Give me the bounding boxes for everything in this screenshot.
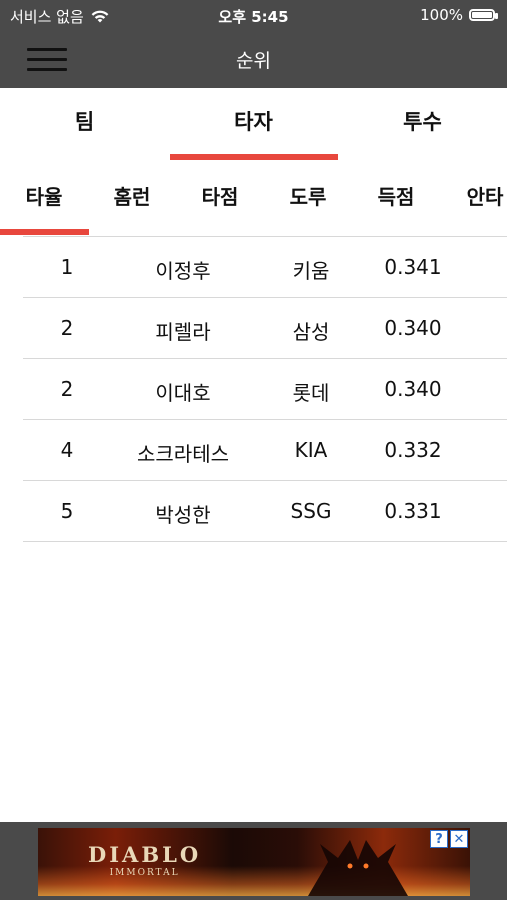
battery-icon	[469, 9, 498, 21]
team-cell: 키움	[292, 259, 330, 283]
ad-controls: ? ✕	[430, 830, 468, 848]
tab-runs[interactable]: 득점	[352, 181, 440, 210]
ad-container: DIABLO IMMORTAL ? ✕	[0, 822, 507, 900]
table-row[interactable]: 5 박성한 SSG 0.331	[23, 480, 507, 542]
stat-value-cell: 0.332	[384, 438, 442, 462]
nav-bar: 순위	[0, 32, 507, 88]
rank-cell: 1	[60, 255, 74, 279]
tab-batter[interactable]: 타자	[169, 106, 338, 136]
team-cell: SSG	[290, 499, 332, 523]
stat-value-cell: 0.340	[384, 316, 442, 340]
rank-cell: 2	[60, 377, 74, 401]
ad-info-icon[interactable]: ?	[430, 830, 448, 848]
battery-group: 100%	[420, 6, 498, 24]
stat-value-cell: 0.340	[384, 377, 442, 401]
player-name-cell: 피렐라	[155, 320, 211, 344]
team-cell: 롯데	[292, 381, 330, 405]
tab-rbi[interactable]: 타점	[176, 181, 264, 210]
secondary-tabs: 타율 홈런 타점 도루 득점 안타	[0, 165, 507, 237]
demon-illustration	[308, 840, 408, 896]
tab-hits[interactable]: 안타	[440, 181, 507, 210]
rank-cell: 2	[60, 316, 74, 340]
table-row[interactable]: 4 소크라테스 KIA 0.332	[23, 419, 507, 480]
primary-tab-indicator	[170, 154, 338, 160]
player-name-cell: 이대호	[155, 381, 211, 405]
tab-team[interactable]: 팀	[0, 106, 169, 136]
tab-pitcher[interactable]: 투수	[338, 106, 507, 136]
tab-batting-average[interactable]: 타율	[0, 181, 88, 210]
ad-logo-subtitle: IMMORTAL	[109, 868, 180, 878]
ad-logo-title: DIABLO	[88, 842, 202, 867]
ad-logo: DIABLO IMMORTAL	[88, 842, 201, 878]
rank-cell: 5	[60, 499, 74, 523]
rank-cell: 4	[60, 438, 74, 462]
table-row[interactable]: 1 이정후 키움 0.341	[23, 236, 507, 297]
page-title: 순위	[236, 50, 271, 72]
player-name-cell: 이정후	[155, 259, 211, 283]
primary-tabs: 팀 타자 투수	[0, 88, 507, 162]
tab-stolen-bases[interactable]: 도루	[264, 181, 352, 210]
ad-banner[interactable]: DIABLO IMMORTAL ? ✕	[38, 828, 470, 896]
battery-percent: 100%	[420, 6, 463, 24]
ranking-table: 1 이정후 키움 0.341 2 피렐라 삼성 0.340 2 이대호 롯데 0…	[23, 236, 507, 542]
table-row[interactable]: 2 피렐라 삼성 0.340	[23, 297, 507, 358]
player-name-cell: 박성한	[155, 503, 211, 527]
stat-value-cell: 0.331	[384, 499, 442, 523]
table-row[interactable]: 2 이대호 롯데 0.340	[23, 358, 507, 419]
status-bar: 서비스 없음 오후 5:45 100%	[0, 0, 507, 32]
secondary-tab-indicator	[0, 229, 89, 235]
tab-home-runs[interactable]: 홈런	[88, 181, 176, 210]
player-name-cell: 소크라테스	[137, 442, 229, 466]
team-cell: 삼성	[292, 320, 330, 344]
team-cell: KIA	[294, 438, 328, 462]
stat-value-cell: 0.341	[384, 255, 442, 279]
top-bar: 서비스 없음 오후 5:45 100% 순위	[0, 0, 507, 88]
ad-close-icon[interactable]: ✕	[450, 830, 468, 848]
